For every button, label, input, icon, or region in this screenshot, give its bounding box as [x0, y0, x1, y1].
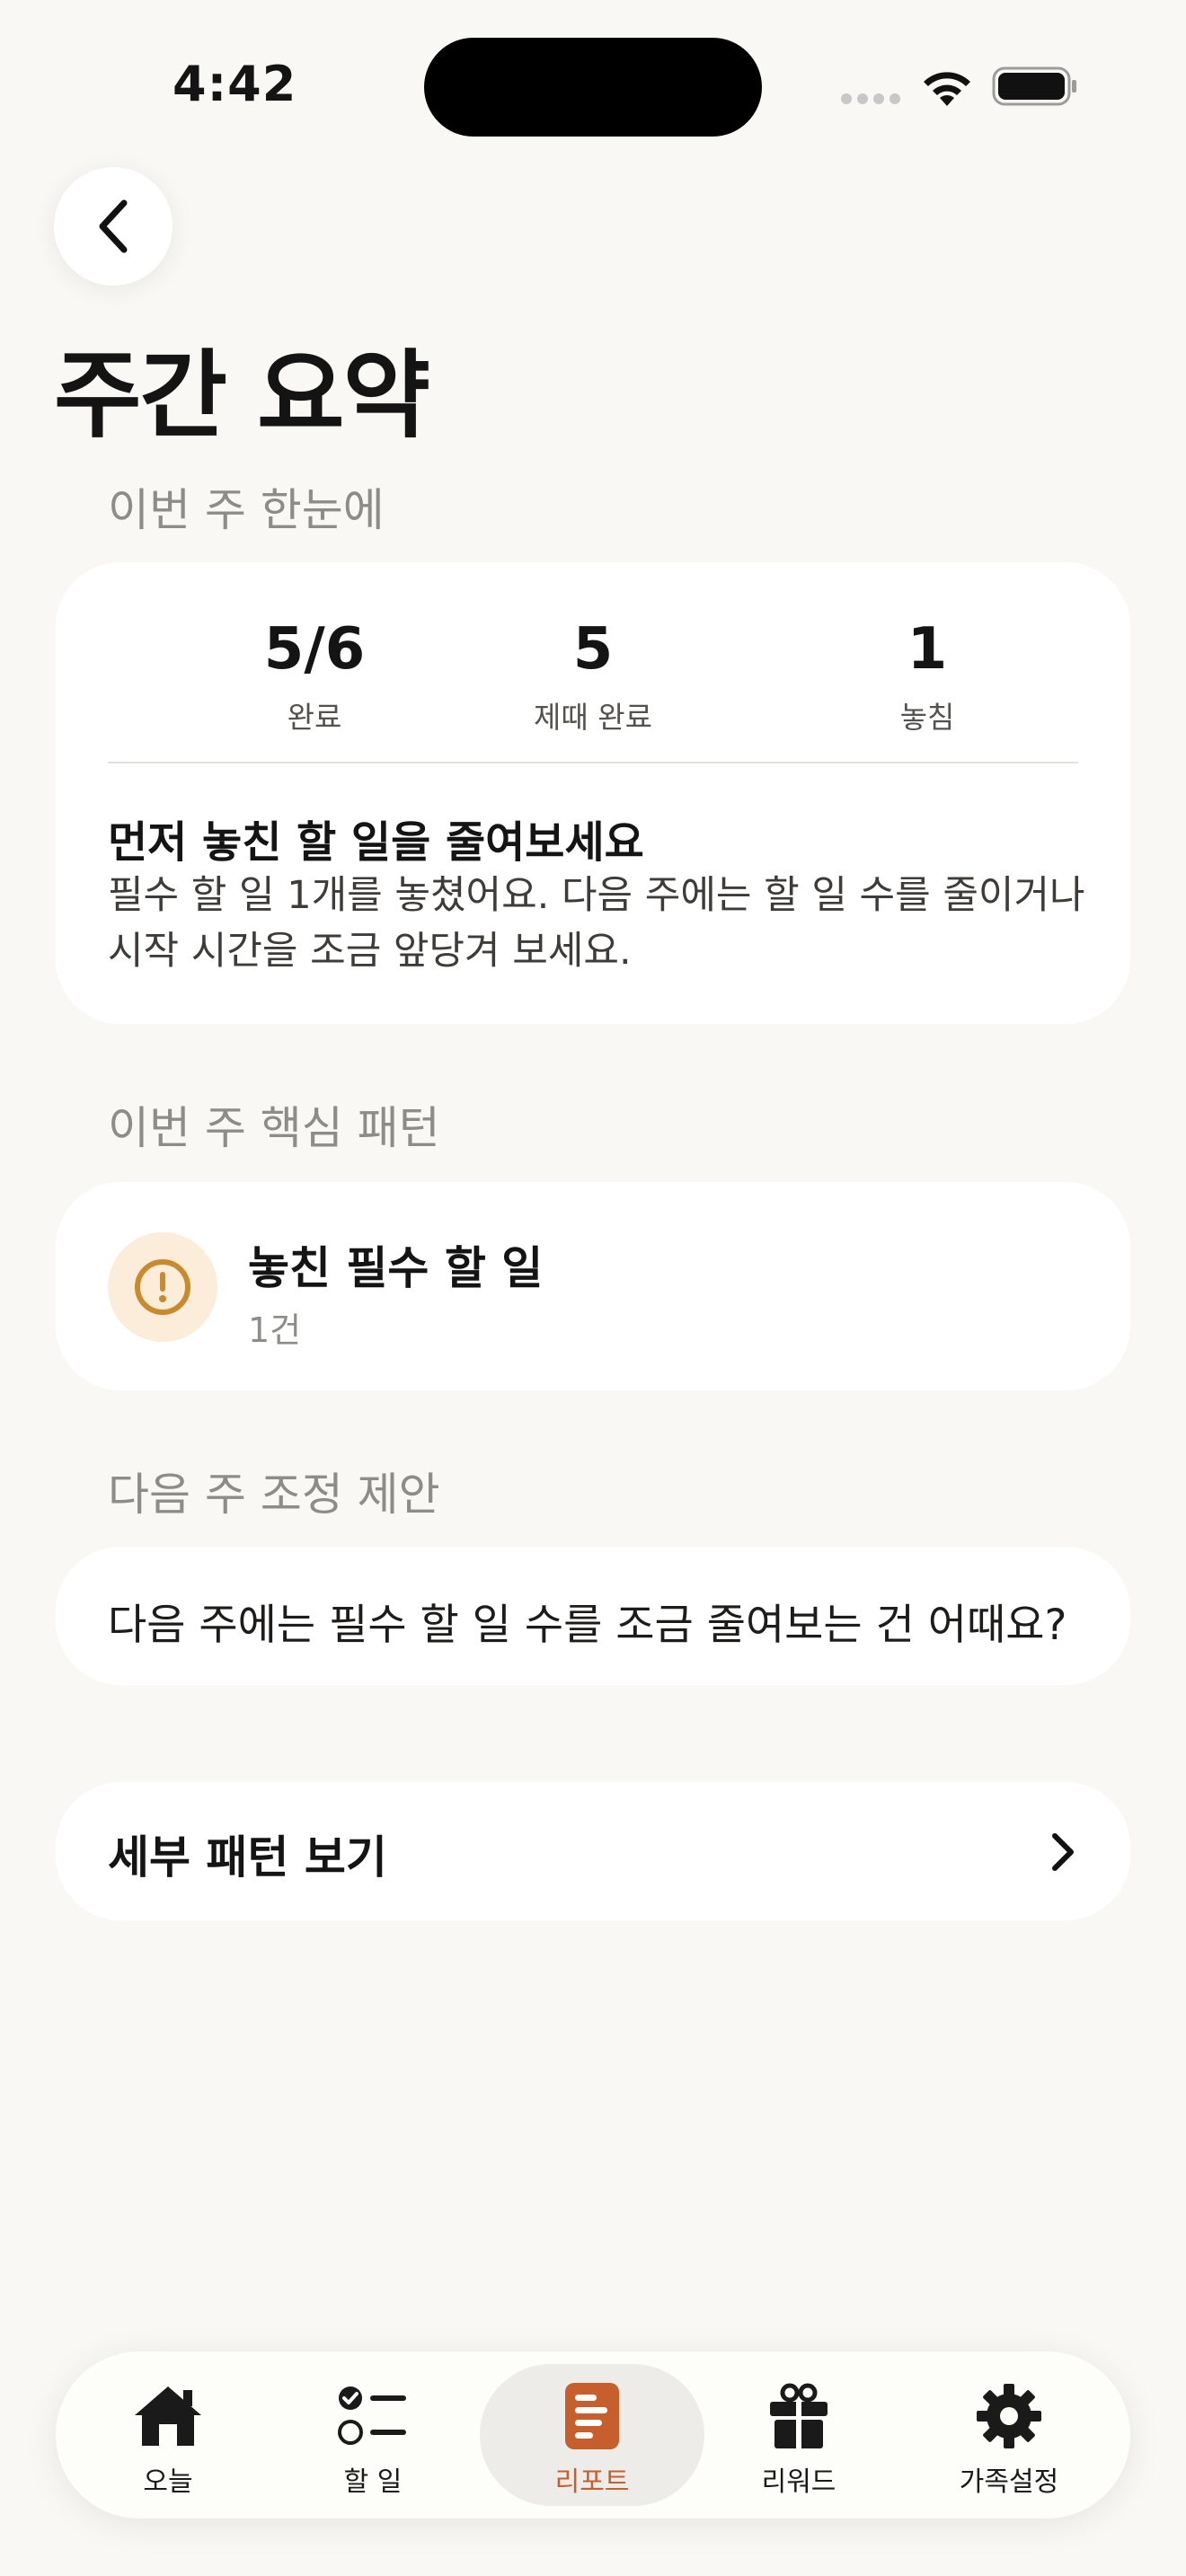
battery-icon: [992, 66, 1076, 106]
tab-label: 오늘: [143, 2466, 193, 2498]
gear-icon: [977, 2384, 1041, 2448]
section-label-pattern: 이번 주 핵심 패턴: [108, 1102, 440, 1154]
stat-value: 5/6: [263, 616, 366, 683]
insight-line: 시작 시간을 조금 앞당겨 보세요.: [108, 929, 632, 974]
stat-label: 제때 완료: [534, 700, 652, 736]
tab-report[interactable]: 리포트: [480, 2364, 704, 2506]
alert-icon: [135, 1259, 190, 1315]
detail-pattern-button[interactable]: 세부 패턴 보기: [56, 1782, 1130, 1920]
summary-card: 5/6 완료 5 제때 완료 1 놓침 먼저 놓친 할 일을 줄여보세요 필수 …: [56, 562, 1130, 1024]
pattern-title: 놓친 필수 할 일: [248, 1242, 544, 1294]
screen: 4:42 주간 요약 이번 주 한눈에 5/6 완료 5 제때 완료 1 놓침: [0, 0, 1186, 2576]
gift-icon: [770, 2383, 828, 2448]
tab-bar: 오늘 할 일 리포트 리워드 가족설정: [56, 2351, 1130, 2519]
back-button[interactable]: [54, 167, 173, 286]
suggestion-card: 다음 주에는 필수 할 일 수를 조금 줄여보는 건 어때요?: [56, 1547, 1130, 1685]
insight-line: 필수 할 일 1개를 놓쳤어요. 다음 주에는 할 일 수를 줄이거나: [108, 873, 1085, 918]
page-title: 주간 요약: [54, 340, 430, 451]
tab-label: 할 일: [343, 2466, 403, 2498]
pattern-count: 1건: [248, 1310, 302, 1350]
tab-todo[interactable]: 할 일: [261, 2364, 485, 2506]
stat-completed: 5/6 완료: [180, 618, 449, 737]
stat-value: 5: [572, 616, 614, 683]
tab-label: 리포트: [554, 2466, 630, 2498]
section-label-summary: 이번 주 한눈에: [108, 484, 385, 536]
stat-on-time: 5 제때 완료: [458, 618, 728, 737]
tab-family-settings[interactable]: 가족설정: [897, 2364, 1121, 2506]
stat-label: 완료: [287, 700, 342, 736]
tab-label: 리워드: [761, 2466, 836, 2498]
insight-body: 필수 할 일 1개를 놓쳤어요. 다음 주에는 할 일 수를 줄이거나 시작 시…: [108, 868, 1087, 979]
tab-reward[interactable]: 리워드: [686, 2364, 911, 2506]
stat-missed: 1 놓침: [792, 618, 1062, 737]
divider: [108, 762, 1078, 763]
section-label-suggestion: 다음 주 조정 제안: [108, 1469, 440, 1521]
report-icon: [565, 2383, 619, 2449]
stat-value: 1: [907, 616, 948, 683]
suggestion-text: 다음 주에는 필수 할 일 수를 조금 줄여보는 건 어때요?: [108, 1601, 1067, 1650]
pattern-card: 놓친 필수 할 일 1건: [56, 1182, 1130, 1390]
tab-label: 가족설정: [959, 2466, 1059, 2498]
alert-badge: [108, 1232, 217, 1342]
wifi-icon: [924, 72, 970, 106]
chevron-left-icon: [99, 199, 128, 253]
checklist-icon: [338, 2386, 406, 2445]
detail-pattern-label: 세부 패턴 보기: [108, 1831, 387, 1883]
dynamic-island: [424, 38, 762, 137]
insight-title: 먼저 놓친 할 일을 줄여보세요: [108, 817, 644, 868]
status-time: 4:42: [173, 56, 297, 112]
cellular-signal-icon: [841, 93, 900, 104]
chevron-right-icon: [1052, 1833, 1074, 1871]
stat-label: 놓침: [899, 700, 955, 736]
tab-today[interactable]: 오늘: [56, 2364, 280, 2506]
home-icon: [135, 2386, 201, 2446]
